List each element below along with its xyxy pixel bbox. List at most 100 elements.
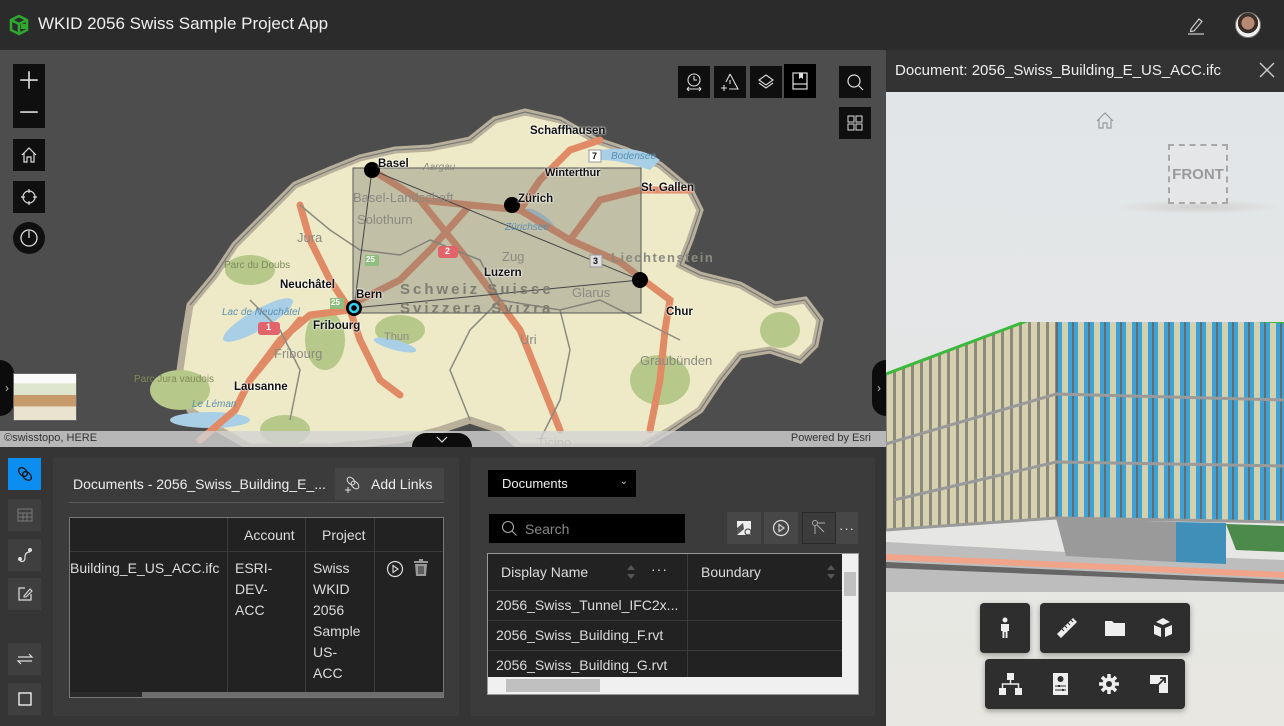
map-label-chur: Chur — [666, 306, 693, 318]
layers-button[interactable] — [750, 66, 782, 98]
basemap-gallery-button[interactable] — [839, 107, 871, 139]
zoom-in-button[interactable] — [19, 64, 39, 96]
home-button[interactable] — [13, 139, 45, 171]
plus-icon — [20, 71, 38, 89]
powered-by-esri[interactable]: Powered by Esri — [791, 432, 871, 444]
search-field[interactable] — [489, 514, 685, 543]
swap-button[interactable] — [8, 643, 41, 675]
properties-icon — [1053, 673, 1068, 695]
route-button[interactable] — [8, 539, 41, 571]
square-icon — [17, 692, 32, 706]
edit-button[interactable] — [8, 578, 41, 610]
point-liechtenstein — [632, 272, 648, 288]
model-browser-button[interactable] — [1095, 608, 1135, 648]
map-label-basel: Basel — [378, 158, 409, 170]
measure-button[interactable] — [1047, 608, 1087, 648]
vertical-scrollbar[interactable] — [842, 554, 858, 677]
table-icon — [17, 508, 32, 522]
map-view[interactable]: Schaffhausen Basel Winterthur St. Gallen… — [0, 50, 886, 447]
feature-table-panel: Documents ⌄ ··· Display Name ··· Boundar… — [471, 458, 875, 716]
user-avatar[interactable] — [1235, 12, 1261, 38]
project-line: US- — [313, 644, 338, 660]
properties-button[interactable] — [1040, 664, 1080, 704]
relationship-button[interactable] — [802, 512, 836, 544]
layer-dropdown[interactable]: Documents ⌄ — [488, 470, 636, 497]
chevron-right-icon: › — [5, 381, 9, 395]
cube-logo-icon — [9, 14, 29, 36]
account-line: ACC — [235, 602, 265, 618]
project-line: Sample — [313, 623, 361, 639]
links-button[interactable] — [8, 458, 41, 490]
pencil-icon[interactable] — [1186, 15, 1206, 35]
play-button[interactable] — [764, 512, 798, 544]
project-line: ACC — [313, 665, 343, 681]
locate-button[interactable] — [13, 181, 45, 213]
close-icon[interactable] — [1258, 61, 1276, 79]
play-circle-icon[interactable] — [386, 560, 404, 578]
map-label-zurichsee: Zürichsee — [505, 222, 549, 233]
account-line: ESRI- — [235, 560, 273, 576]
map-label-parc-du-doubs: Parc du Doubs — [224, 260, 291, 271]
3d-scene[interactable]: FRONT — [886, 92, 1284, 726]
minus-icon — [20, 111, 38, 113]
map-label-solothurn: Solothurn — [357, 212, 413, 227]
collapse-bottom-panel-button[interactable] — [412, 433, 472, 447]
scrollbar-thumb[interactable] — [844, 572, 856, 596]
add-links-label: Add Links — [371, 476, 433, 492]
settings-button[interactable] — [1089, 664, 1129, 704]
map-label-zurich: Zürich — [518, 193, 554, 205]
header-display-name[interactable]: Display Name — [501, 564, 588, 580]
scrollbar-thumb[interactable] — [70, 692, 142, 697]
search-button[interactable] — [839, 66, 871, 98]
viewcube[interactable]: FRONT — [1168, 144, 1228, 204]
divider — [69, 502, 444, 503]
shield-label-2: 2 — [445, 246, 451, 256]
sort-icon[interactable] — [626, 564, 636, 580]
home-icon[interactable] — [1094, 110, 1116, 132]
row-divider — [488, 650, 842, 651]
zoom-out-button[interactable] — [19, 96, 39, 128]
zoom-control — [13, 64, 45, 128]
documents-panel: Documents - 2056_Swiss_Building_E_... Ad… — [53, 458, 459, 716]
table-row-display-name[interactable]: 2056_Swiss_Building_G.rvt — [496, 657, 667, 673]
add-links-button[interactable]: Add Links — [335, 468, 444, 500]
trash-icon[interactable] — [413, 559, 429, 577]
explode-model-button[interactable] — [1143, 608, 1183, 648]
first-person-button[interactable] — [985, 608, 1025, 648]
edit-square-icon — [17, 587, 33, 601]
map-label-luzern: Luzern — [484, 267, 522, 279]
column-menu-icon[interactable]: ··· — [651, 561, 668, 577]
scrollbar-thumb[interactable] — [506, 679, 600, 692]
shield-label-1: 1 — [266, 322, 272, 332]
expand-left-panel[interactable]: › — [0, 360, 14, 416]
expand-right-panel[interactable]: › — [872, 360, 886, 416]
row-name[interactable]: Building_E_US_ACC.ifc — [70, 558, 219, 579]
maximize-button[interactable] — [8, 683, 41, 715]
more-options-button[interactable]: ··· — [836, 512, 858, 544]
ruler-icon — [1057, 618, 1077, 638]
person-icon — [1001, 617, 1009, 638]
zoom-to-button[interactable] — [727, 512, 761, 544]
header-boundary[interactable]: Boundary — [701, 564, 761, 580]
horizontal-scrollbar[interactable] — [70, 692, 443, 697]
bookmarks-button[interactable] — [784, 64, 816, 98]
sort-icon[interactable] — [826, 564, 836, 580]
horizontal-scrollbar[interactable] — [488, 677, 858, 694]
model-structure-button[interactable] — [990, 664, 1030, 704]
add-alert-button[interactable] — [714, 66, 746, 98]
tools-toolbar-group — [1040, 603, 1190, 653]
table-row-display-name[interactable]: 2056_Swiss_Tunnel_IFC2x... — [496, 597, 678, 613]
overview-map[interactable] — [13, 373, 77, 421]
fullscreen-button[interactable] — [1139, 664, 1179, 704]
warning-plus-icon — [721, 73, 739, 91]
add-link-icon — [345, 476, 360, 493]
table-button[interactable] — [8, 499, 41, 531]
map-label-fribourg: Fribourg — [313, 320, 361, 332]
zoom-to-icon — [737, 521, 752, 536]
table-row-display-name[interactable]: 2056_Swiss_Building_F.rvt — [496, 627, 663, 643]
cube-explode-icon — [1154, 618, 1172, 637]
time-slider-button[interactable] — [678, 66, 710, 98]
search-input[interactable] — [525, 514, 675, 543]
feature-table: Display Name ··· Boundary 2056_Swiss_Tun… — [487, 553, 859, 695]
power-button[interactable] — [13, 222, 45, 254]
